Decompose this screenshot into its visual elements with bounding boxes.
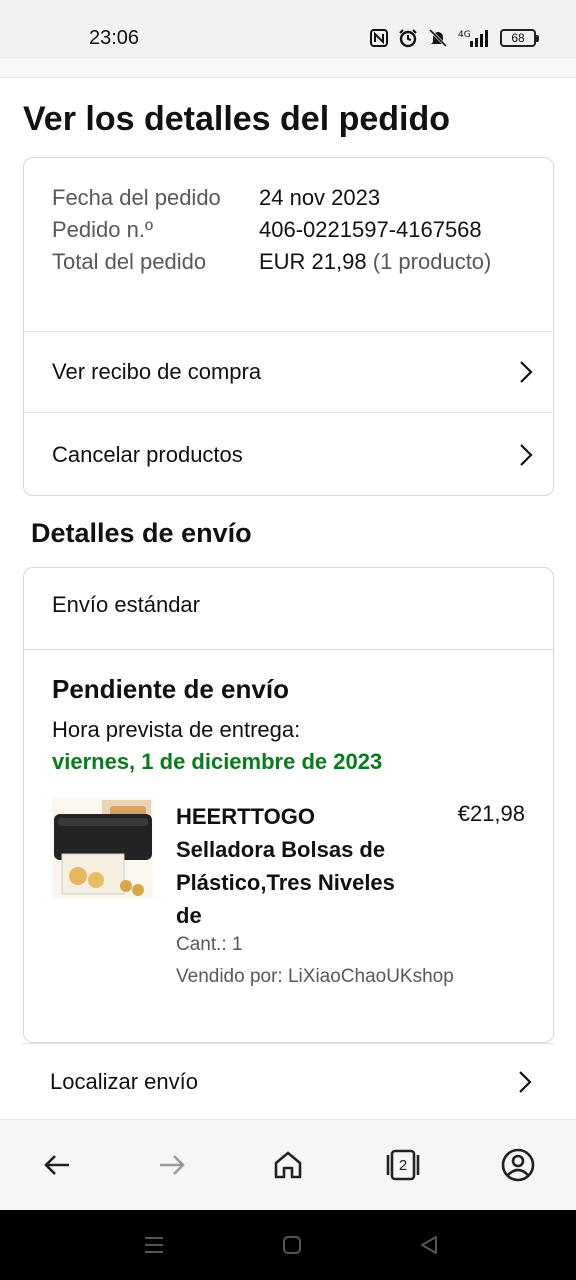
status-icons: 4G 68: [370, 27, 539, 49]
order-date-label: Fecha del pedido: [52, 185, 221, 210]
chevron-right-icon: [520, 361, 533, 383]
signal-4g-icon: 4G: [458, 30, 488, 47]
system-nav-bar: [0, 1210, 576, 1280]
alarm-icon: [399, 29, 417, 48]
order-total-label: Total del pedido: [52, 249, 207, 274]
order-number-value: 406-0221597-4167568: [259, 217, 482, 242]
square-home-icon[interactable]: [281, 1234, 303, 1256]
back-button[interactable]: [34, 1142, 80, 1188]
battery-level: 68: [511, 31, 525, 45]
account-icon: [501, 1148, 535, 1182]
product-image[interactable]: [52, 798, 153, 899]
svg-text:4G: 4G: [458, 30, 471, 40]
order-total-value: EUR 21,98 (1 producto): [259, 246, 491, 278]
status-bar: 23:06 4G 68: [0, 0, 576, 58]
shipping-section-title: Detalles de envío: [31, 518, 252, 548]
chevron-right-icon: [520, 444, 533, 466]
back-icon: [44, 1155, 69, 1175]
track-shipment-label: Localizar envío: [50, 1068, 198, 1094]
shipping-card: Envío estándar Pendiente de envío Hora p…: [23, 567, 554, 1043]
home-button[interactable]: [265, 1142, 311, 1188]
tab-count: 2: [398, 1156, 408, 1174]
triangle-back-icon[interactable]: [418, 1234, 440, 1256]
cancel-products-label: Cancelar productos: [52, 442, 243, 467]
product-price: €21,98: [457, 801, 525, 826]
product-seller: Vendido por: LiXiaoChaoUKshop: [176, 966, 454, 987]
battery-icon: 68: [500, 29, 539, 47]
order-total-row: Total del pedido EUR 21,98 (1 producto): [52, 246, 532, 278]
page-title: Ver los detalles del pedido: [23, 100, 451, 138]
bell-muted-icon: [428, 28, 448, 48]
order-info-table: Fecha del pedido 24 nov 2023 Pedido n.º …: [52, 182, 532, 278]
status-time: 23:06: [89, 27, 140, 49]
order-summary-card: Fecha del pedido 24 nov 2023 Pedido n.º …: [23, 157, 554, 496]
track-shipment-link[interactable]: Localizar envío: [22, 1043, 554, 1119]
eta-label: Hora prevista de entrega:: [52, 717, 301, 742]
shipment-status: Pendiente de envío: [52, 674, 289, 704]
forward-button[interactable]: [149, 1142, 195, 1188]
forward-icon: [160, 1155, 185, 1175]
order-total-count: (1 producto): [372, 249, 492, 274]
product-name-link[interactable]: HEERTTOGO Selladora Bolsas de Plástico,T…: [176, 800, 416, 932]
account-button[interactable]: [495, 1142, 541, 1188]
browser-bottom-nav: 2: [0, 1119, 576, 1210]
tabs-button[interactable]: 2: [380, 1142, 426, 1188]
view-receipt-label: Ver recibo de compra: [52, 359, 262, 384]
order-number-label: Pedido n.º: [52, 217, 153, 242]
shipping-type: Envío estándar: [52, 592, 200, 617]
order-date-row: Fecha del pedido 24 nov 2023: [52, 182, 532, 214]
menu-icon[interactable]: [143, 1234, 165, 1256]
top-strip: [0, 58, 576, 78]
cancel-products-link[interactable]: Cancelar productos: [24, 412, 553, 495]
eta-date: viernes, 1 de diciembre de 2023: [52, 749, 383, 774]
order-total-amount: EUR 21,98: [259, 249, 367, 274]
view-receipt-link[interactable]: Ver recibo de compra: [24, 331, 553, 412]
divider: [24, 649, 553, 650]
order-date-value: 24 nov 2023: [259, 185, 381, 210]
nfc-icon: [370, 29, 388, 47]
product-quantity: Cant.: 1: [176, 934, 243, 955]
chevron-right-icon: [519, 1070, 532, 1093]
order-number-row: Pedido n.º 406-0221597-4167568: [52, 214, 532, 246]
home-icon: [274, 1151, 302, 1179]
